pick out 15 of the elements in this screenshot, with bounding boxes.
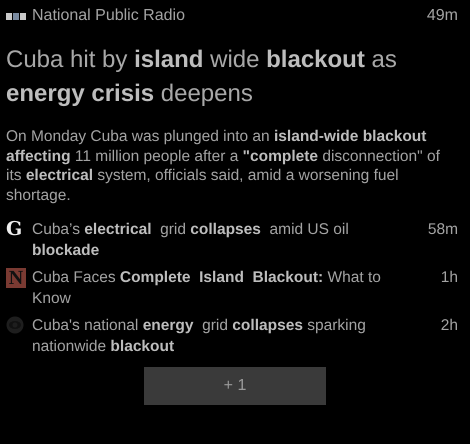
timestamp: 49m [426,7,458,25]
eye-icon [6,316,24,334]
npr-logo-icon [6,12,26,20]
related-headline[interactable]: Cuba's national energy grid collapses sparking nationwide blackout [32,315,441,357]
source-logo: N [6,268,26,288]
related-headline[interactable]: Cuba Faces Complete Island Blackout: What to Know [32,267,441,309]
timestamp: 2h [440,316,458,336]
source-name[interactable]: National Public Radio [32,7,427,25]
more-button[interactable]: + 1 [144,367,326,405]
source-logo: G [6,220,22,239]
headline[interactable]: Cuba hit by island wide blackout as energy crisis deepens [6,43,458,111]
timestamp: 1h [440,268,458,288]
timestamp: 58m [428,220,458,240]
summary: On Monday Cuba was plunged into an island-wide blackout affecting 11 million people after a "complete disconnection" of its electrical system, officials said, amid a worsening fuel shortage. [6,127,441,205]
related-headline[interactable]: Cuba’s electrical grid collapses amid US oil blockade [32,219,428,261]
